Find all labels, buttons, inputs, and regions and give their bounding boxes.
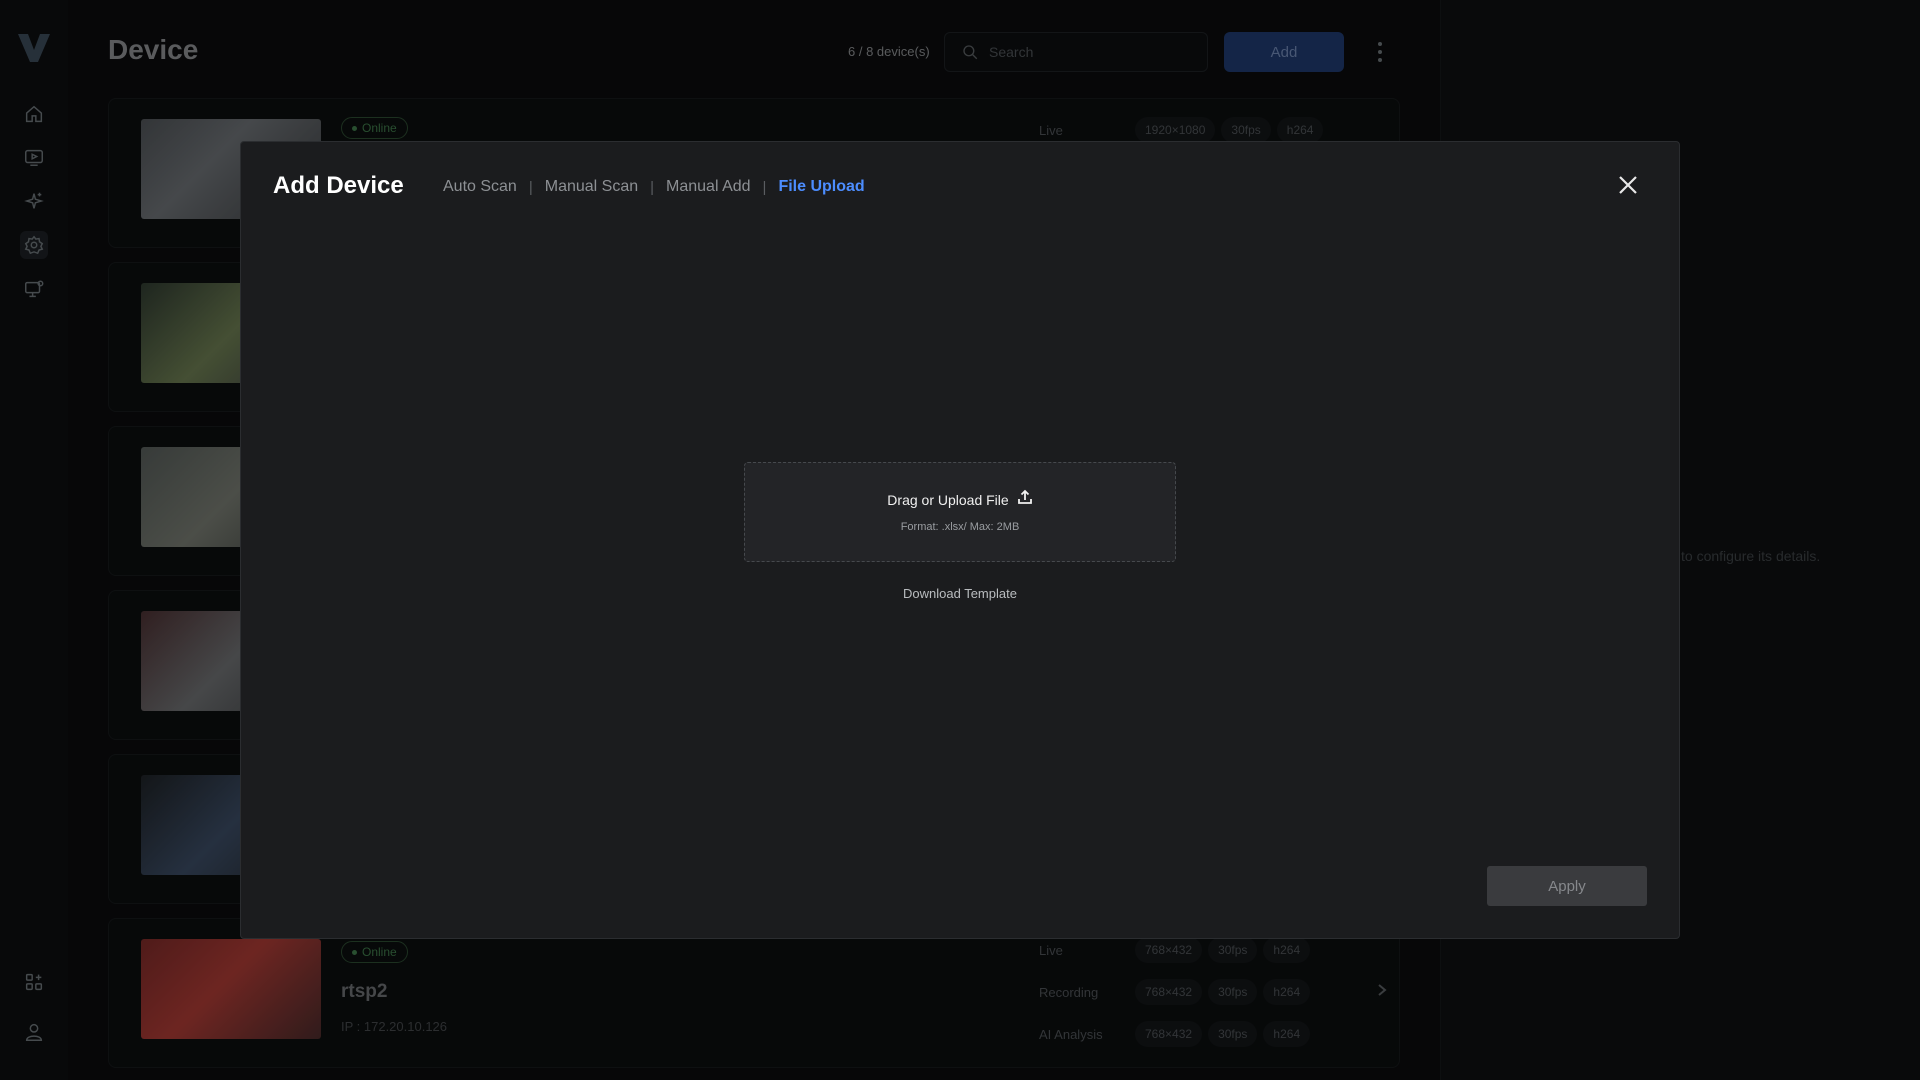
tab-file-upload[interactable]: File Upload (778, 178, 864, 196)
download-template-link[interactable]: Download Template (744, 586, 1176, 601)
tab-separator: | (528, 178, 533, 196)
add-device-modal: Add Device Auto Scan | Manual Scan | Man… (240, 141, 1680, 939)
close-icon[interactable] (1615, 172, 1641, 198)
upload-icon (1017, 489, 1033, 510)
apply-button[interactable]: Apply (1487, 866, 1647, 906)
tab-manual-scan[interactable]: Manual Scan (545, 178, 638, 196)
tab-separator: | (650, 178, 655, 196)
tab-manual-add[interactable]: Manual Add (666, 178, 751, 196)
file-drop-zone[interactable]: Drag or Upload File Format: .xlsx/ Max: … (744, 462, 1176, 562)
upload-format-hint: Format: .xlsx/ Max: 2MB (900, 521, 1020, 533)
tab-separator: | (762, 178, 767, 196)
app: Device 6 / 8 device(s) Add Online Live 1… (0, 0, 1920, 1080)
modal-tabs: Auto Scan | Manual Scan | Manual Add | F… (443, 178, 865, 196)
modal-title: Add Device (273, 172, 404, 199)
upload-title: Drag or Upload File (887, 491, 1009, 508)
tab-auto-scan[interactable]: Auto Scan (443, 178, 517, 196)
